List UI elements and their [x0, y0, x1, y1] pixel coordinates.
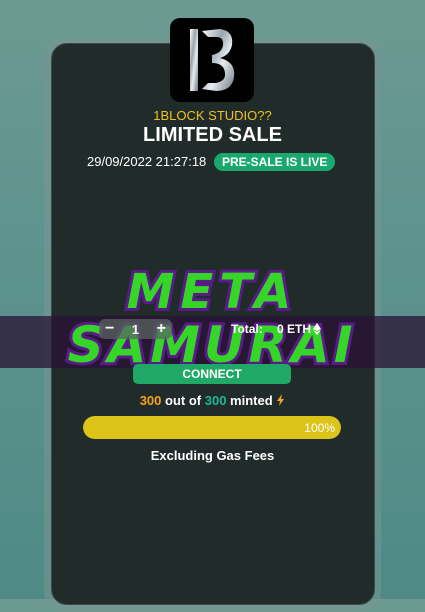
- page-title: LIMITED SALE: [143, 124, 282, 146]
- total-value: 0 ETH: [277, 322, 312, 336]
- progress-label: 100%: [304, 420, 335, 435]
- logo: [170, 18, 254, 102]
- increment-button[interactable]: +: [157, 319, 166, 339]
- 1b-logo-icon: [190, 29, 235, 91]
- sale-timestamp: 29/09/2022 21:27:18: [87, 154, 207, 169]
- progress-fill: 100%: [83, 416, 341, 439]
- svg-text:META: META: [127, 264, 298, 320]
- status-badge: PRE-SALE IS LIVE: [214, 153, 336, 171]
- connect-button[interactable]: CONNECT: [133, 364, 291, 384]
- quantity-value: 1: [131, 321, 140, 337]
- minted-counter: 300 out of 300 minted: [0, 393, 425, 408]
- quantity-stepper: − 1 +: [99, 319, 172, 339]
- ethereum-icon: [313, 323, 322, 335]
- minted-total: 300: [204, 393, 227, 408]
- mint-progress-bar: 100%: [83, 416, 341, 439]
- meta-samurai-banner: META SAMURAI: [0, 261, 425, 377]
- total-label: Total:: [231, 322, 263, 336]
- studio-name: 1BLOCK STUDIO??: [153, 108, 272, 123]
- total-price: 0 ETH: [277, 322, 322, 336]
- minted-suffix: minted: [226, 393, 273, 408]
- gas-fee-note: Excluding Gas Fees: [150, 448, 275, 463]
- decrement-button[interactable]: −: [105, 319, 114, 339]
- minted-count: 300: [139, 393, 162, 408]
- lightning-icon: [277, 394, 285, 406]
- minted-separator: out of: [161, 393, 205, 408]
